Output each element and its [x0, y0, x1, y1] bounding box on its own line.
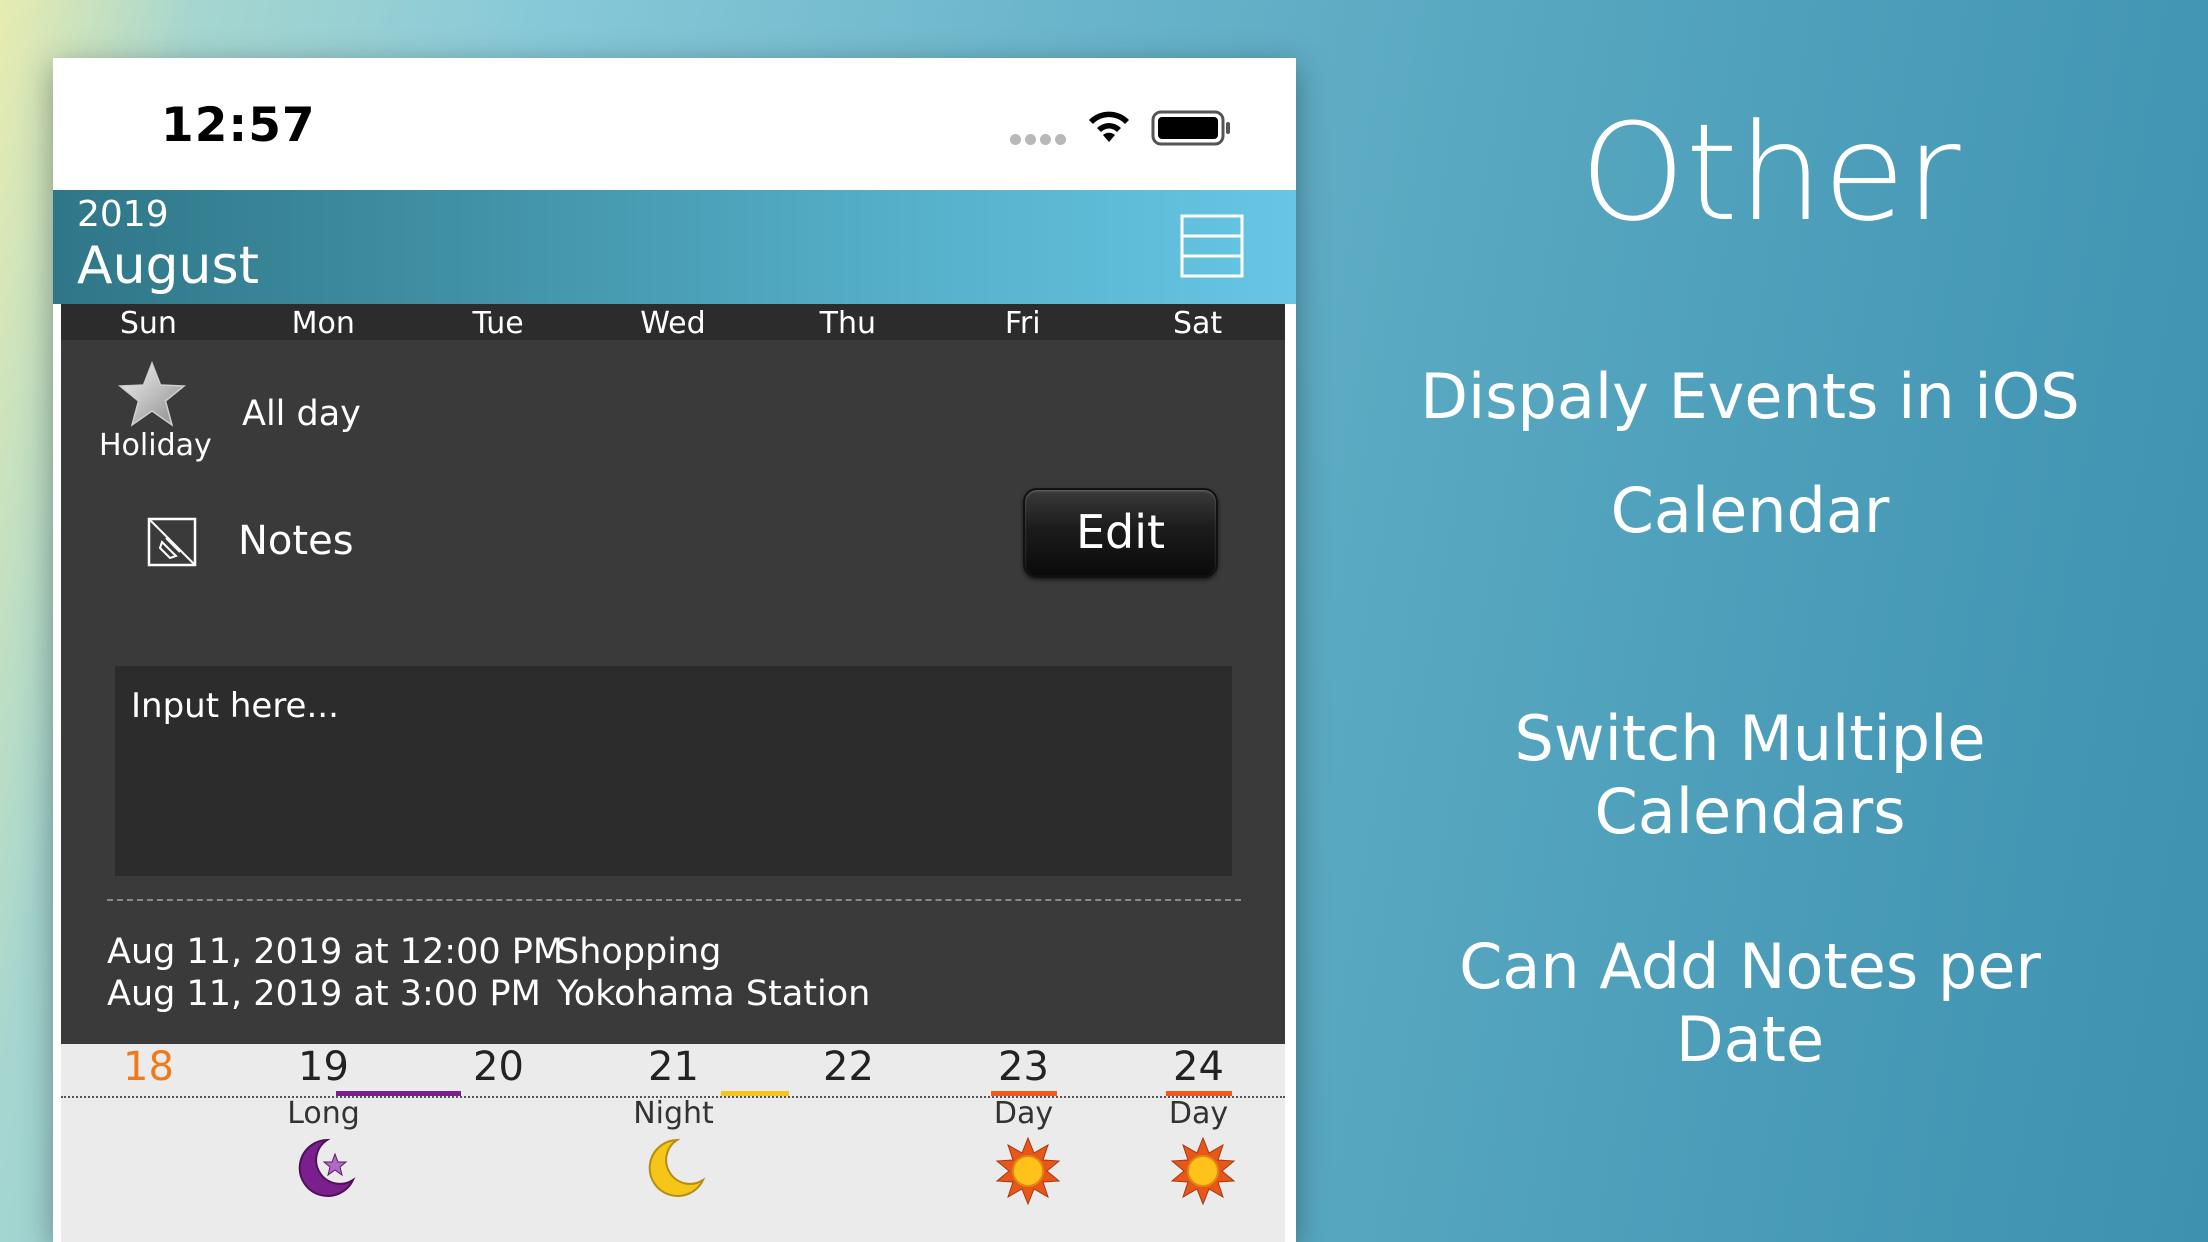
allday-label: All day: [242, 394, 361, 434]
day-cell[interactable]: 19 Long: [236, 1044, 411, 1242]
day-number: 23: [998, 1044, 1049, 1090]
day-cell[interactable]: 20: [411, 1044, 586, 1242]
day-cell[interactable]: 24 Day: [1111, 1044, 1286, 1242]
moon-icon: [648, 1138, 706, 1197]
weekday-label: Tue: [472, 306, 524, 341]
notes-input[interactable]: Input here...: [115, 666, 1232, 876]
wifi-icon: [1089, 111, 1129, 142]
day-number: 20: [473, 1044, 524, 1090]
day-cell[interactable]: 18: [61, 1044, 236, 1242]
weekday-header: Sun Mon Tue Wed Thu Fri Sat: [61, 304, 1285, 341]
phone-screen: 12:57 2019 August Sun Mon Tue Wed Thu Fr…: [53, 58, 1296, 1242]
shift-label: Night: [633, 1096, 714, 1131]
promo-feature-1a: Dispaly Events in iOS: [1420, 360, 2080, 433]
moon-star-icon: [298, 1138, 356, 1197]
day-cell[interactable]: 21 Night: [586, 1044, 761, 1242]
day-number: 22: [823, 1044, 874, 1090]
promo-feature-1b: Calendar: [1610, 474, 1890, 547]
layout-toggle-icon[interactable]: [1180, 214, 1244, 278]
calendar-week-row: 18 19 Long 20 21 Night 22 23 Day 24 Day: [61, 1044, 1285, 1242]
day-number: 19: [298, 1044, 349, 1090]
day-number: 21: [648, 1044, 699, 1090]
calendar-header: 2019 August: [53, 190, 1296, 304]
weekday-label: Fri: [1004, 306, 1041, 341]
sun-icon: [995, 1136, 1061, 1206]
shift-label: Day: [1168, 1096, 1229, 1131]
cellular-signal-icon: [1010, 134, 1066, 145]
day-cell[interactable]: 22: [721, 1044, 936, 1242]
day-number: 24: [1173, 1044, 1224, 1090]
holiday-star-icon[interactable]: [116, 360, 188, 430]
shift-label: Long: [287, 1096, 360, 1131]
promo-feature-3: Can Add Notes per Date: [1459, 930, 2041, 1076]
shift-bar: [721, 1091, 789, 1096]
event-location: Yokohama Station: [557, 974, 871, 1014]
notes-pencil-icon: [147, 517, 197, 567]
promo-title: Other: [1580, 95, 1961, 251]
promo-feature-2: Switch Multiple Calendars: [1514, 702, 1986, 848]
header-month: August: [77, 236, 259, 296]
weekday-label: Sun: [119, 306, 177, 341]
holiday-label: Holiday: [99, 428, 212, 463]
day-cell[interactable]: 23 Day: [936, 1044, 1111, 1242]
weekday-label: Mon: [291, 306, 355, 341]
day-number: 18: [123, 1044, 174, 1090]
dashed-divider: [107, 899, 1241, 901]
event-title[interactable]: Shopping: [557, 932, 721, 972]
weekday-label: Wed: [640, 306, 706, 341]
event-end-time: Aug 11, 2019 at 3:00 PM: [107, 974, 541, 1014]
shift-label: Day: [993, 1096, 1054, 1131]
sun-icon: [1170, 1136, 1236, 1206]
battery-icon: [1151, 110, 1230, 146]
notes-label: Notes: [238, 518, 354, 564]
day-detail-panel: Sun Mon Tue Wed Thu Fri Sat Holiday All …: [61, 304, 1285, 1242]
event-start-time: Aug 11, 2019 at 12:00 PM: [107, 932, 564, 972]
status-bar: 12:57: [53, 58, 1296, 190]
header-year: 2019: [77, 194, 169, 235]
shift-bar: [411, 1091, 461, 1096]
status-time: 12:57: [161, 98, 316, 153]
weekday-label: Sat: [1172, 306, 1223, 341]
edit-notes-button[interactable]: Edit: [1023, 488, 1218, 578]
weekday-label: Thu: [819, 306, 877, 341]
